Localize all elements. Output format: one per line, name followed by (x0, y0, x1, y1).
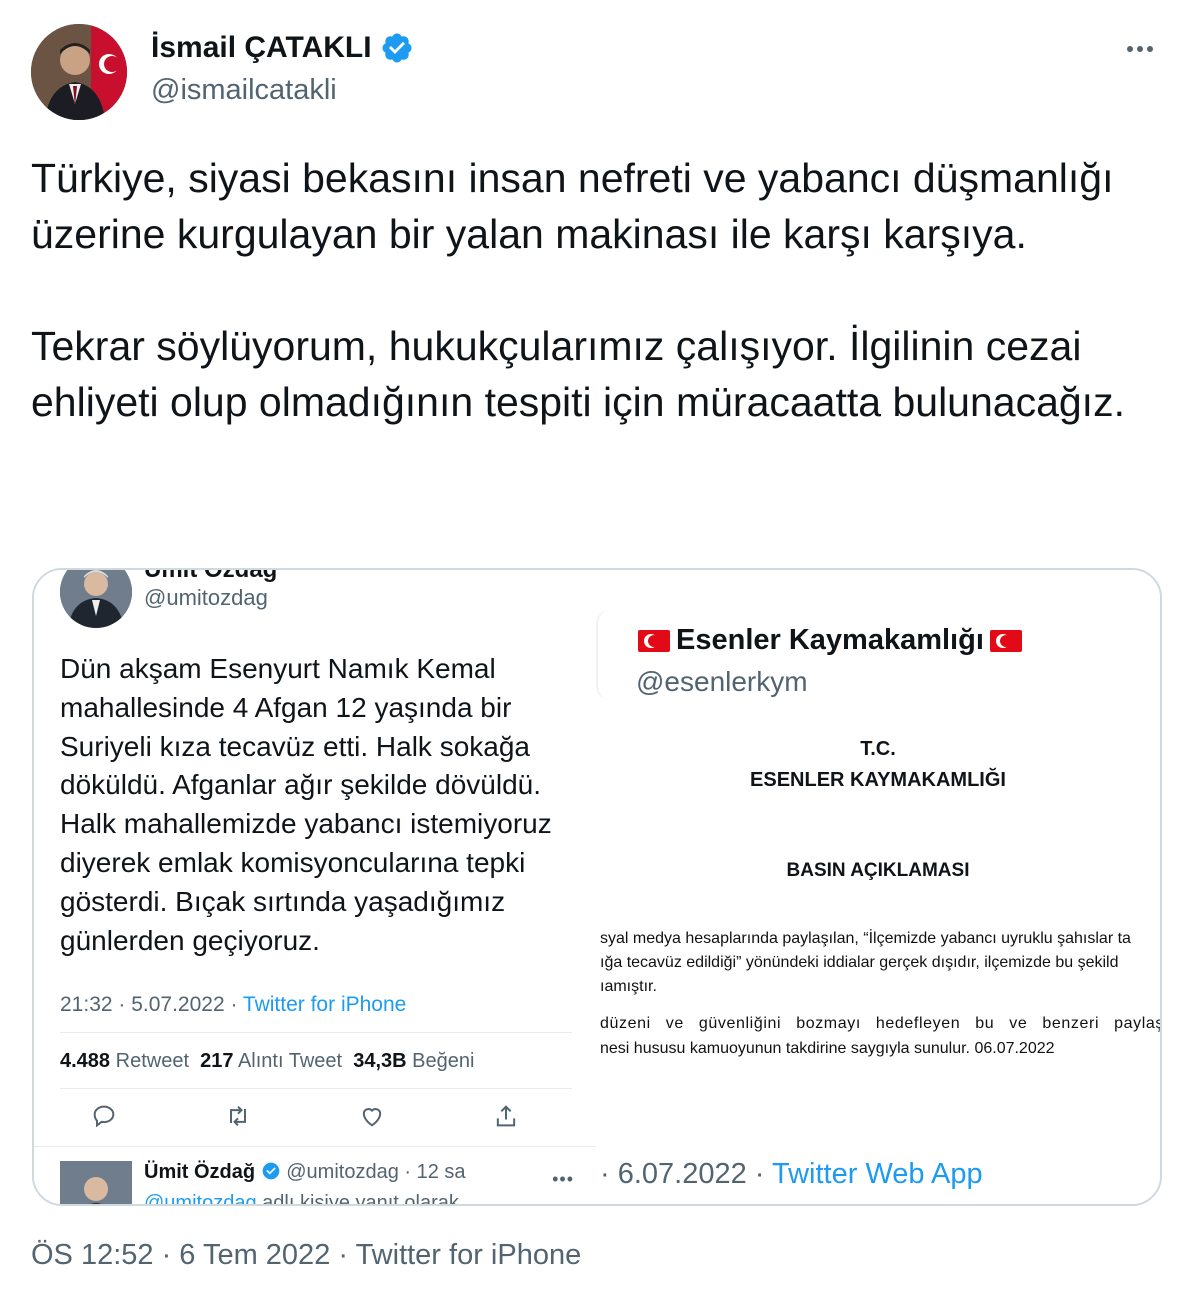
embedded-date-source: Twitter Web App (771, 1158, 983, 1190)
document-line: düzeni ve güvenliğini bozmayı hedefleyen… (600, 1015, 1162, 1032)
cropped-edge (596, 610, 610, 700)
embedded-time: 21:32 · 5.07.2022 · (60, 993, 243, 1016)
divider (60, 1088, 572, 1089)
embedded-timestamp: 21:32 · 5.07.2022 · Twitter for iPhone (60, 993, 406, 1017)
more-options-button[interactable] (1120, 34, 1160, 64)
embedded-reply: Ümit Özdağ @umitozdag · 12 sa @umitozdag… (34, 1146, 596, 1206)
tweet-text: Türkiye, siyasi bekasını insan nefreti v… (31, 150, 1141, 430)
reply-meta: @umitozdag · 12 sa (286, 1161, 466, 1183)
document-header-org: ESENLER KAYMAKAMLIĞI (750, 769, 1006, 791)
quote-count: 217 (200, 1050, 234, 1072)
embedded-date: · 6.07.2022 · Twitter Web App (600, 1158, 983, 1191)
embedded-avatar (60, 570, 132, 628)
media-image-right[interactable]: Esenler Kaymakamlığı @esenlerkym T.C. ES… (596, 570, 1160, 1204)
retweet-label: Retweet (115, 1050, 189, 1072)
embedded-account-name-text: Esenler Kaymakamlığı (676, 624, 984, 656)
embedded-stats: 4.488 Retweet 217 Alıntı Tweet 34,3B Beğ… (60, 1050, 474, 1073)
author-name-text[interactable]: İsmail ÇATAKLI (151, 31, 372, 65)
author-avatar-image (31, 24, 127, 120)
tweet-media[interactable]: Ümit Özdağ @umitozdag Dün akşam Esenyurt… (32, 568, 1162, 1206)
reply-context-handle: @umitozdag (144, 1192, 257, 1206)
document-line: syal medya hesaplarında paylaşılan, “İlç… (600, 930, 1131, 947)
author-handle[interactable]: @ismailcatakli (151, 74, 337, 107)
document-line: nesi hususu kamuoyunun takdirine saygıyl… (600, 1040, 1055, 1057)
tweet-paragraph-2: Tekrar söylüyorum, hukukçularımız çalışı… (31, 323, 1125, 425)
verified-badge-icon (262, 1162, 280, 1180)
document-title: BASIN AÇIKLAMASI (786, 860, 970, 881)
author-avatar[interactable] (31, 24, 127, 120)
turkey-flag-icon (989, 629, 1022, 652)
document-line: ığa tecavüz edildiği” yönündeki iddialar… (600, 954, 1119, 971)
document-header-tc: T.C. (860, 738, 896, 760)
embedded-name: Ümit Özdağ (144, 568, 278, 583)
more-dot-icon (1147, 46, 1153, 52)
embedded-avatar-image (60, 570, 132, 628)
reply-avatar (60, 1161, 132, 1204)
more-dot-icon (1127, 46, 1133, 52)
verified-badge-icon (382, 33, 412, 63)
share-icon (496, 1105, 516, 1127)
retweet-icon (230, 1105, 246, 1127)
embedded-tweet-text: Dün akşam Esenyurt Namık Kemal mahallesi… (60, 653, 552, 956)
tweet-timestamp[interactable]: ÖS 12:52 · 6 Tem 2022 · Twitter for iPho… (31, 1239, 581, 1272)
embedded-source: Twitter for iPhone (242, 993, 407, 1016)
tweet-paragraph-1: Türkiye, siyasi bekasını insan nefreti v… (31, 155, 1114, 257)
reply-context: @umitozdag adlı kişiye yanıt olarak (144, 1192, 459, 1206)
reply-icon (93, 1105, 115, 1128)
embedded-date-text: · 6.07.2022 · (600, 1158, 772, 1190)
reply-header: Ümit Özdağ @umitozdag · 12 sa (144, 1161, 466, 1184)
document-line: ıamıştır. (600, 978, 657, 995)
turkey-flag-icon (638, 629, 670, 652)
like-count: 34,3B (353, 1050, 407, 1072)
reply-avatar-image (60, 1161, 132, 1204)
like-icon (362, 1108, 382, 1127)
media-image-left[interactable]: Ümit Özdağ @umitozdag Dün akşam Esenyurt… (34, 570, 596, 1204)
reply-more-icon: ••• (552, 1169, 574, 1189)
reply-name: Ümit Özdağ (144, 1161, 256, 1183)
embedded-account-name: Esenler Kaymakamlığı (638, 624, 1022, 657)
reply-context-text: adlı kişiye yanıt olarak (256, 1192, 459, 1206)
divider (60, 1032, 572, 1033)
embedded-account-handle: @esenlerkym (636, 666, 808, 697)
embedded-handle: @umitozdag (144, 585, 268, 610)
like-label: Beğeni (412, 1050, 475, 1072)
embedded-actions (90, 1102, 520, 1130)
author-name[interactable]: İsmail ÇATAKLI (151, 31, 414, 65)
retweet-count: 4.488 (60, 1050, 111, 1072)
quote-label: Alıntı Tweet (237, 1050, 343, 1072)
more-dot-icon (1137, 46, 1143, 52)
